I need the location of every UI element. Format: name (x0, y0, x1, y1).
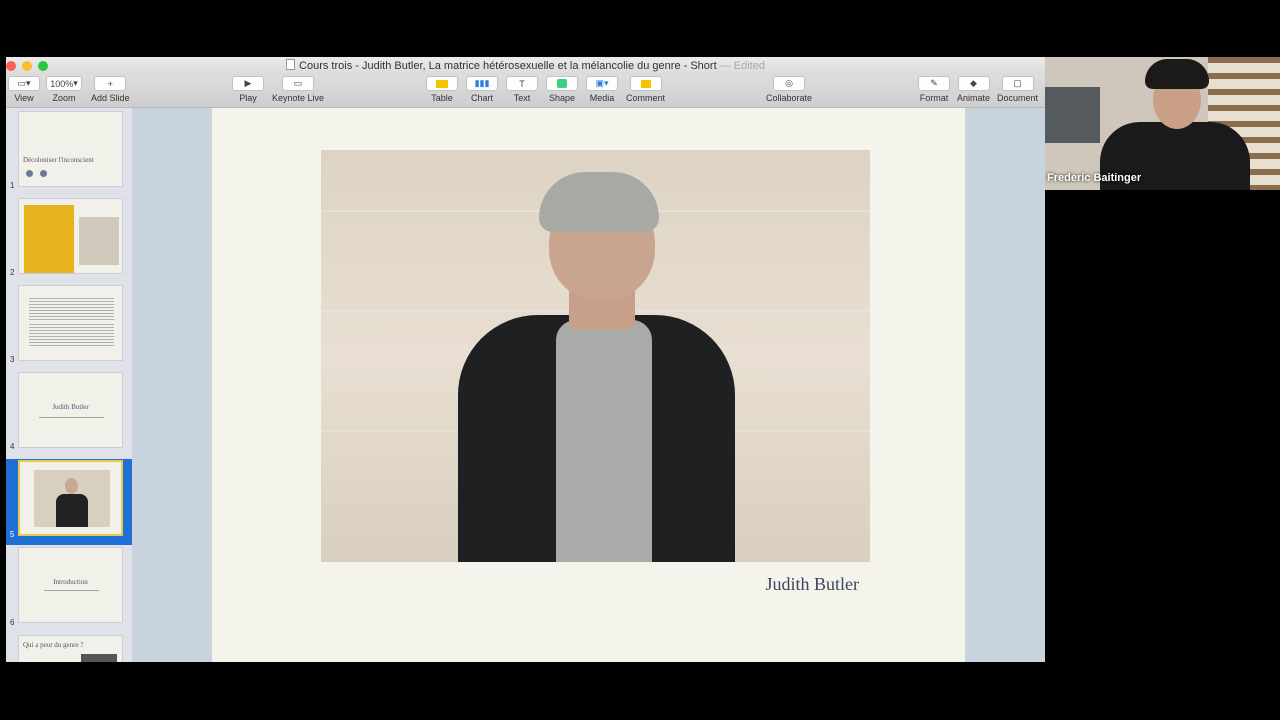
slide-6-title: Introduction (53, 578, 88, 586)
slide-3-text-block (29, 324, 114, 346)
media-button[interactable]: ▣▾ Media (586, 76, 618, 103)
add-slide-label: Add Slide (91, 93, 130, 103)
collaborate-icon: ◎ (773, 76, 806, 91)
text-icon: T (506, 76, 538, 91)
zoom-label: Zoom (52, 93, 76, 103)
slide-thumbnail-7[interactable]: Qui a peur du genre ? (18, 635, 123, 662)
slide-thumbnail-5[interactable] (18, 460, 123, 536)
photo-figure-hair (539, 172, 659, 232)
slide-number: 1 (10, 181, 15, 190)
media-label: Media (589, 93, 615, 103)
shape-label: Shape (548, 93, 576, 103)
media-icon: ▣▾ (586, 76, 618, 91)
zoom-select[interactable]: 100% ▾ Zoom (46, 76, 82, 103)
format-icon: ✎ (918, 76, 950, 91)
keynote-window: Cours trois - Judith Butler, La matrice … (6, 57, 1045, 662)
text-button[interactable]: T Text (506, 76, 538, 103)
window-title: Cours trois - Judith Butler, La matrice … (299, 60, 717, 72)
window-controls (6, 61, 48, 71)
zoom-window-button[interactable] (38, 61, 48, 71)
slide-5-face (65, 478, 78, 494)
play-icon: ▶ (232, 76, 264, 91)
document-label: Document (997, 93, 1039, 103)
chart-icon: ▮▮▮ (466, 76, 498, 91)
speaker-hair (1145, 59, 1209, 89)
slide-7-title: Qui a peur du genre ? (23, 641, 84, 649)
title-bar: Cours trois - Judith Butler, La matrice … (6, 57, 1045, 75)
slide-number: 4 (10, 442, 15, 451)
slide-6-subtitle-line (44, 590, 99, 591)
keynote-live-icon: ▭ (282, 76, 315, 91)
slide-navigator: Décoloniser l'inconscient 1 2 3 Judith B… (6, 108, 132, 662)
slide-2-image-book (24, 205, 74, 273)
slide-thumbnail-1[interactable]: Décoloniser l'inconscient (18, 111, 123, 187)
add-slide-button[interactable]: + Add Slide (91, 76, 130, 103)
plus-icon: + (94, 76, 127, 91)
slide-thumbnail-3[interactable] (18, 285, 123, 361)
table-label: Table (431, 93, 453, 103)
close-window-button[interactable] (6, 61, 16, 71)
slide-2-image-portrait (79, 217, 119, 265)
document-button[interactable]: ▢ Document (997, 76, 1038, 103)
comment-label: Comment (626, 93, 666, 103)
play-label: Play (239, 93, 257, 103)
slide-number: 5 (10, 530, 15, 539)
view-icon: ▭▾ (8, 76, 40, 91)
chart-button[interactable]: ▮▮▮ Chart (466, 76, 498, 103)
collaborate-label: Collaborate (766, 93, 813, 103)
current-slide[interactable]: Judith Butler (212, 108, 965, 662)
wall-painting (1045, 87, 1100, 143)
play-button[interactable]: ▶ Play (232, 76, 264, 103)
slide-5-figure (56, 494, 88, 527)
slide-thumbnail-4[interactable]: Judith Butler (18, 372, 123, 448)
participant-name: Frederic Baitinger (1047, 172, 1142, 184)
shape-button[interactable]: Shape (546, 76, 578, 103)
shape-icon (546, 76, 578, 91)
slide-4-subtitle-line (39, 417, 104, 418)
document-icon (286, 59, 296, 70)
view-button[interactable]: ▭▾ View (8, 76, 40, 103)
keynote-live-label: Keynote Live (272, 93, 325, 103)
table-button[interactable]: Table (426, 76, 458, 103)
slide-thumbnail-6[interactable]: Introduction (18, 547, 123, 623)
text-label: Text (513, 93, 531, 103)
collaborate-button[interactable]: ◎ Collaborate (766, 76, 812, 103)
keynote-live-button[interactable]: ▭ Keynote Live (272, 76, 324, 103)
slide-5-photo (34, 470, 110, 527)
view-label: View (14, 93, 34, 103)
slide-7-image (81, 654, 117, 662)
toolbar: ▭▾ View 100% ▾ Zoom + Add Slide ▶ Play ▭ … (6, 75, 1045, 108)
slide-number: 2 (10, 268, 15, 277)
zoom-value: 100% (50, 78, 74, 89)
slide-1-logo (40, 170, 47, 177)
slide-4-title: Judith Butler (52, 403, 89, 411)
document-panel-icon: ▢ (1001, 76, 1034, 91)
comment-button[interactable]: Comment (626, 76, 665, 103)
comment-icon (629, 76, 662, 91)
slide-1-logo (26, 170, 33, 177)
slide-thumbnail-2[interactable] (18, 198, 123, 274)
slide-1-title: Décoloniser l'inconscient (23, 156, 94, 164)
photo-figure-scarf (556, 320, 652, 562)
slide-photo[interactable] (321, 150, 870, 562)
minimize-window-button[interactable] (22, 61, 32, 71)
video-tile: Frederic Baitinger (1045, 57, 1280, 190)
animate-label: Animate (957, 93, 991, 103)
format-button[interactable]: ✎ Format (918, 76, 950, 103)
animate-icon: ◆ (957, 76, 990, 91)
slide-caption[interactable]: Judith Butler (766, 574, 860, 595)
format-label: Format (919, 93, 949, 103)
slide-canvas: Judith Butler (132, 108, 1045, 662)
edited-status[interactable]: — Edited (720, 60, 765, 72)
slide-number: 3 (10, 355, 15, 364)
animate-button[interactable]: ◆ Animate (957, 76, 990, 103)
slide-3-text-block (29, 298, 114, 320)
table-icon (426, 76, 458, 91)
chart-label: Chart (470, 93, 493, 103)
slide-number: 6 (10, 618, 15, 627)
